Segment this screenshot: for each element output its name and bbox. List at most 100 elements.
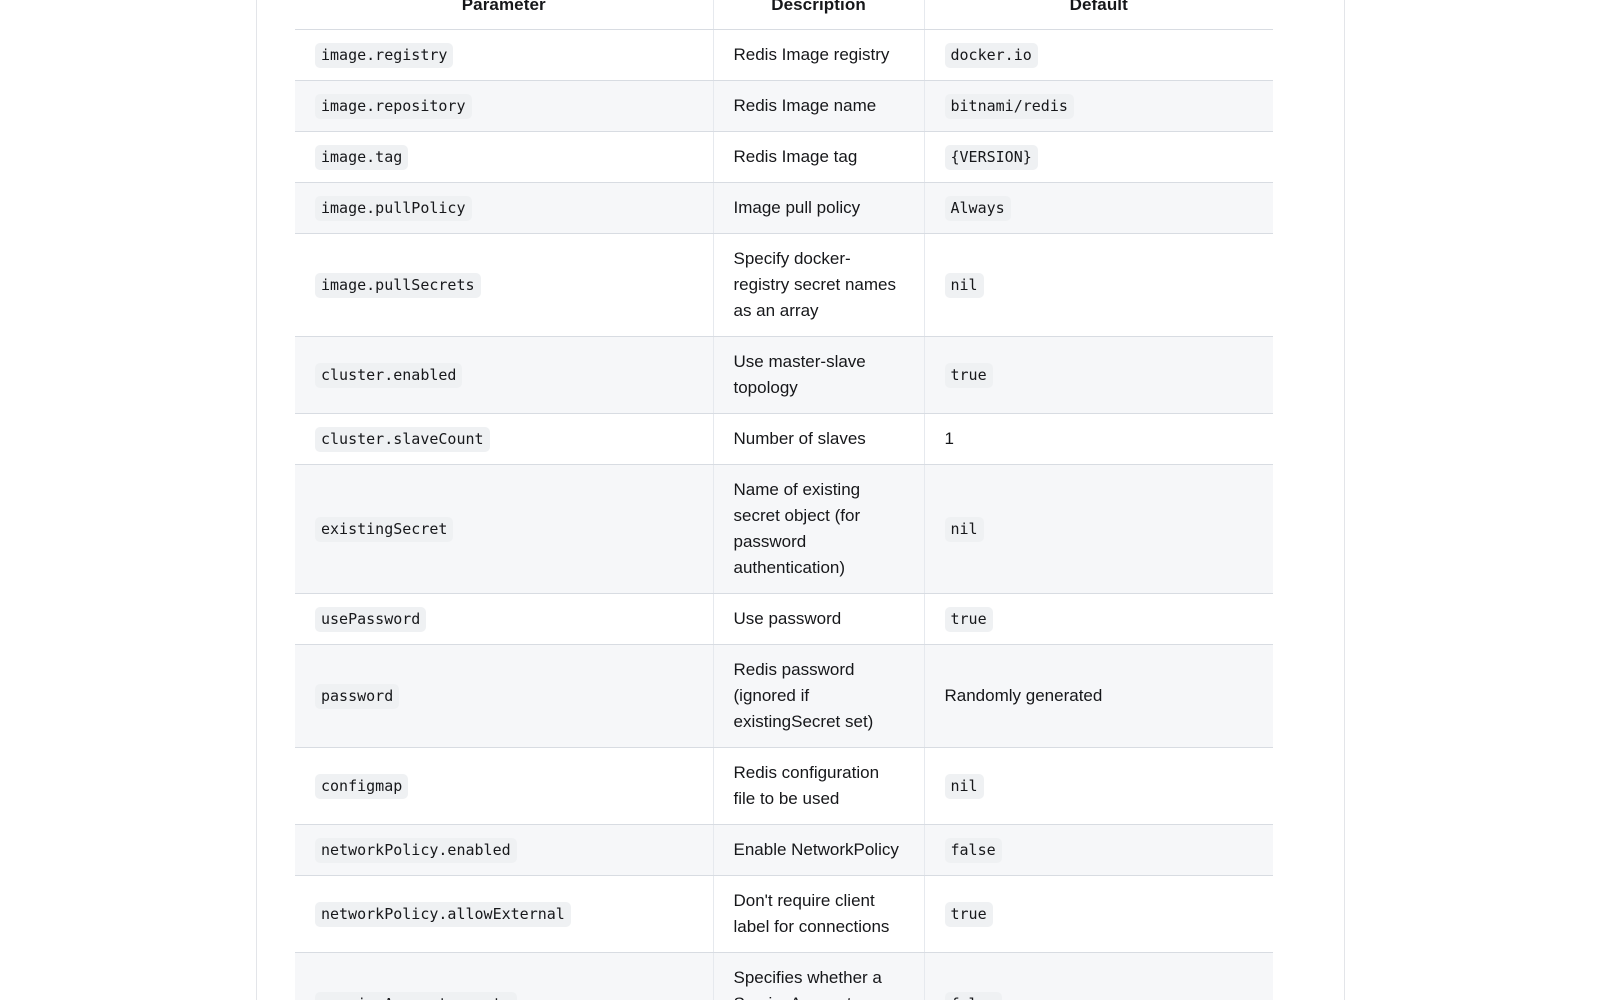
parameter-cell: existingSecret (295, 464, 714, 594)
column-header-description: Description (713, 0, 925, 30)
default-cell: Always (924, 182, 1273, 234)
column-header-default: Default (924, 0, 1273, 30)
description-cell: Number of slaves (713, 413, 925, 465)
parameter-name: image.repository (315, 94, 472, 119)
table-body: image.registry Redis Image registry docker… (295, 29, 1273, 1000)
table-row: image.pullSecrets Specify docker-registry… (295, 233, 1273, 337)
description-cell: Redis Image registry (713, 29, 925, 81)
parameter-cell: password (295, 644, 714, 748)
description-cell: Redis configuration file to be used (713, 747, 925, 825)
description-text: Specifies whether a ServiceAccount shoul… (733, 968, 882, 1000)
default-cell: nil (924, 747, 1273, 825)
parameter-name: usePassword (315, 607, 427, 632)
default-cell: true (924, 593, 1273, 645)
default-value: true (944, 902, 993, 927)
description-cell: Specify docker-registry secret names as … (713, 233, 925, 337)
table-row: image.pullPolicy Image pull policy Always (295, 182, 1273, 234)
parameter-name: image.registry (315, 43, 454, 68)
default-value: false (944, 992, 1002, 1000)
description-cell: Redis Image tag (713, 131, 925, 183)
description-cell: Name of existing secret object (for pass… (713, 464, 925, 594)
description-cell: Don't require client label for connectio… (713, 875, 925, 953)
parameter-name: configmap (315, 774, 409, 799)
description-cell: Use password (713, 593, 925, 645)
parameter-cell: image.pullSecrets (295, 233, 714, 337)
parameters-table-wrapper: Parameter Description Default image.regi… (295, 0, 1273, 1000)
table-row: image.repository Redis Image name bitnami/… (295, 80, 1273, 132)
default-cell: true (924, 336, 1273, 414)
default-cell: true (924, 875, 1273, 953)
table-row: serviceAccount.create Specifies whether a… (295, 952, 1273, 1000)
description-text: Redis Image tag (733, 147, 858, 166)
parameter-name: networkPolicy.enabled (315, 838, 517, 863)
default-value: 1 (944, 429, 954, 448)
parameter-name: password (315, 684, 400, 709)
description-text: Image pull policy (733, 198, 861, 217)
description-text: Use password (733, 609, 842, 628)
default-cell: false (924, 824, 1273, 876)
parameter-name: cluster.enabled (315, 363, 463, 388)
description-text: Redis Image registry (733, 45, 890, 64)
parameter-cell: image.tag (295, 131, 714, 183)
default-value: docker.io (944, 43, 1038, 68)
parameter-cell: configmap (295, 747, 714, 825)
parameter-cell: image.repository (295, 80, 714, 132)
table-row: image.registry Redis Image registry docker… (295, 29, 1273, 81)
default-cell: {VERSION} (924, 131, 1273, 183)
description-text: Name of existing secret object (for pass… (733, 480, 861, 577)
default-value: nil (944, 517, 984, 542)
content-gutter-rule-right (1344, 0, 1345, 1000)
parameter-name: networkPolicy.allowExternal (315, 902, 571, 927)
default-value: bitnami/redis (944, 94, 1074, 119)
default-value: nil (944, 273, 984, 298)
parameter-cell: networkPolicy.enabled (295, 824, 714, 876)
table-row: image.tag Redis Image tag {VERSION} (295, 131, 1273, 183)
table-row: password Redis password (ignored if exist… (295, 644, 1273, 748)
description-text: Specify docker-registry secret names as … (733, 249, 897, 320)
description-cell: Specifies whether a ServiceAccount shoul… (713, 952, 925, 1000)
default-value: nil (944, 774, 984, 799)
parameter-cell: image.registry (295, 29, 714, 81)
parameter-name: serviceAccount.create (315, 992, 517, 1000)
parameters-table: Parameter Description Default image.regi… (295, 0, 1273, 1000)
column-header-parameter: Parameter (295, 0, 714, 30)
table-header-row: Parameter Description Default (295, 0, 1273, 30)
description-text: Enable NetworkPolicy (733, 840, 899, 859)
parameter-cell: networkPolicy.allowExternal (295, 875, 714, 953)
table-row: cluster.slaveCount Number of slaves 1 (295, 413, 1273, 465)
description-cell: Image pull policy (713, 182, 925, 234)
table-row: networkPolicy.allowExternal Don't require… (295, 875, 1273, 953)
table-row: existingSecret Name of existing secret ob… (295, 464, 1273, 594)
parameter-cell: usePassword (295, 593, 714, 645)
table-row: configmap Redis configuration file to be … (295, 747, 1273, 825)
description-text: Redis password (ignored if existingSecre… (733, 660, 874, 731)
description-cell: Redis Image name (713, 80, 925, 132)
table-header: Parameter Description Default (295, 0, 1273, 30)
parameter-cell: cluster.slaveCount (295, 413, 714, 465)
description-text: Use master-slave topology (733, 352, 866, 397)
description-cell: Use master-slave topology (713, 336, 925, 414)
content-gutter-rule-left (256, 0, 257, 1000)
table-row: networkPolicy.enabled Enable NetworkPolic… (295, 824, 1273, 876)
description-text: Redis Image name (733, 96, 877, 115)
parameter-name: existingSecret (315, 517, 454, 542)
default-value: false (944, 838, 1002, 863)
default-value: {VERSION} (944, 145, 1038, 170)
description-cell: Redis password (ignored if existingSecre… (713, 644, 925, 748)
parameter-name: image.tag (315, 145, 409, 170)
description-cell: Enable NetworkPolicy (713, 824, 925, 876)
description-text: Redis configuration file to be used (733, 763, 880, 808)
parameter-cell: image.pullPolicy (295, 182, 714, 234)
description-text: Number of slaves (733, 429, 866, 448)
default-value: Randomly generated (944, 686, 1103, 705)
parameter-cell: serviceAccount.create (295, 952, 714, 1000)
default-cell: false (924, 952, 1273, 1000)
table-row: usePassword Use password true (295, 593, 1273, 645)
default-value: true (944, 363, 993, 388)
parameter-name: cluster.slaveCount (315, 427, 490, 452)
parameter-name: image.pullPolicy (315, 196, 472, 221)
default-cell: 1 (924, 413, 1273, 465)
default-cell: nil (924, 233, 1273, 337)
default-value: Always (944, 196, 1011, 221)
documentation-page: Parameter Description Default image.regi… (0, 0, 1600, 1000)
